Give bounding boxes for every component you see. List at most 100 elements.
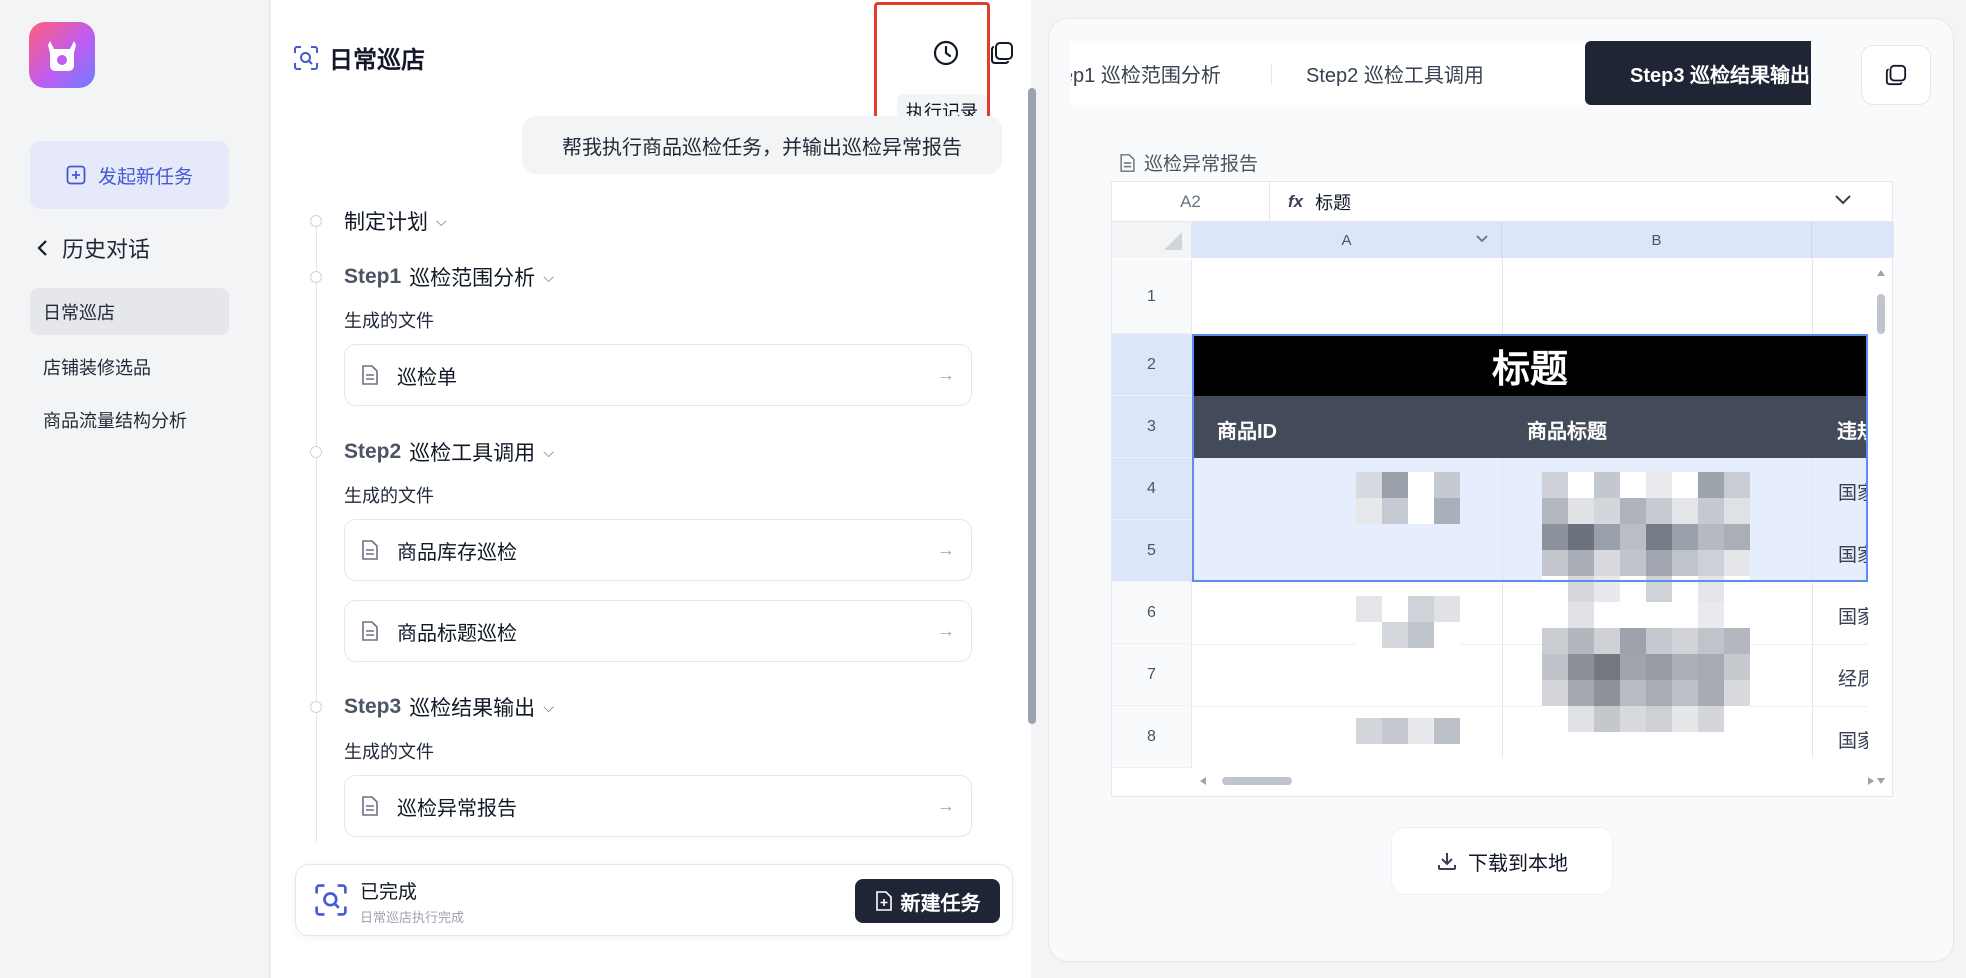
file-card-inspection-list[interactable]: 巡检单 → bbox=[344, 344, 972, 406]
report-title: 巡检异常报告 bbox=[1119, 149, 1258, 176]
row-number[interactable]: 1 bbox=[1112, 260, 1192, 334]
timeline-dot bbox=[310, 701, 322, 713]
row-number[interactable]: 5 bbox=[1112, 520, 1192, 582]
row-number[interactable]: 8 bbox=[1112, 706, 1192, 768]
tab-label: Step2 巡检工具调用 bbox=[1306, 64, 1484, 87]
step-name: 巡检工具调用 bbox=[409, 442, 536, 465]
file-name: 巡检单 bbox=[397, 366, 457, 389]
chevron-down-icon: ⌵ bbox=[543, 268, 554, 285]
step-name: 巡检范围分析 bbox=[409, 267, 536, 290]
select-all-corner[interactable] bbox=[1112, 222, 1192, 258]
history-label: 历史对话 bbox=[62, 237, 151, 262]
formula-input[interactable]: 标题 bbox=[1315, 189, 1351, 215]
preview-copy-button[interactable] bbox=[1861, 45, 1931, 105]
execution-history-button[interactable] bbox=[929, 36, 963, 70]
user-message: 帮我执行商品巡检任务，并输出巡检异常报告 bbox=[522, 116, 1002, 174]
history-header[interactable]: 历史对话 bbox=[36, 232, 150, 264]
sheet-header-row[interactable]: 商品ID 商品标题 违规 bbox=[1192, 396, 1868, 458]
column-header: A B bbox=[1112, 222, 1894, 258]
data-cell[interactable]: 国家 bbox=[1838, 602, 1868, 629]
chat-panel: 日常巡店 执行记录 帮我执行商品巡检任务，并输出巡检异常报告 制定计划 ⌵ St… bbox=[271, 0, 1036, 978]
header-cell-violation: 违规 bbox=[1837, 421, 1868, 443]
copy-button[interactable] bbox=[987, 38, 1017, 68]
redacted-block bbox=[1356, 718, 1460, 744]
timeline-line bbox=[316, 222, 317, 842]
file-name: 商品标题巡检 bbox=[397, 622, 517, 645]
row-number[interactable]: 6 bbox=[1112, 582, 1192, 644]
history-item-label: 日常巡店 bbox=[43, 302, 115, 323]
document-plus-icon bbox=[875, 891, 892, 911]
chevron-down-icon: ⌵ bbox=[436, 212, 447, 229]
preview-panel: Step1 巡检范围分析 Step2 巡检工具调用 Step3 巡检结果输出 巡… bbox=[1048, 18, 1954, 962]
step-tabs: Step1 巡检范围分析 Step2 巡检工具调用 Step3 巡检结果输出 bbox=[1071, 41, 1811, 105]
tab-label: Step1 巡检范围分析 bbox=[1071, 64, 1221, 87]
tab-label: Step3 巡检结果输出 bbox=[1629, 64, 1811, 87]
file-name: 巡检异常报告 bbox=[397, 797, 517, 820]
app-logo[interactable] bbox=[29, 22, 95, 88]
document-icon bbox=[362, 365, 378, 385]
step2-header[interactable]: Step2 巡检工具调用 ⌵ bbox=[344, 437, 554, 467]
data-cell[interactable]: 国家 bbox=[1838, 540, 1868, 567]
timeline-dot bbox=[310, 215, 322, 227]
tab-step1[interactable]: Step1 巡检范围分析 bbox=[1071, 41, 1263, 105]
copy-icon bbox=[991, 42, 1013, 64]
file-card-inventory-check[interactable]: 商品库存巡检 → bbox=[344, 519, 972, 581]
data-cell[interactable]: 国家 bbox=[1838, 478, 1868, 505]
history-item-store-decoration[interactable]: 店铺装修选品 bbox=[30, 343, 229, 390]
history-item-daily-patrol[interactable]: 日常巡店 bbox=[30, 288, 229, 335]
plan-header[interactable]: 制定计划 ⌵ bbox=[344, 206, 447, 236]
tab-step2[interactable]: Step2 巡检工具调用 bbox=[1306, 41, 1506, 105]
row-number[interactable]: 3 bbox=[1112, 396, 1192, 458]
column-a-header[interactable]: A bbox=[1192, 222, 1502, 258]
scan-icon bbox=[315, 884, 347, 916]
sheet-horizontal-scrollbar[interactable] bbox=[1192, 774, 1882, 788]
file-card-title-check[interactable]: 商品标题巡检 → bbox=[344, 600, 972, 662]
tab-step3[interactable]: Step3 巡检结果输出 bbox=[1585, 41, 1811, 105]
data-cell[interactable]: 国家 bbox=[1838, 726, 1868, 753]
arrow-right-icon: → bbox=[937, 539, 955, 560]
selection-fill bbox=[1192, 458, 1868, 582]
plan-label: 制定计划 bbox=[344, 211, 428, 234]
header-cell-product-title: 商品标题 bbox=[1527, 421, 1607, 443]
copy-icon bbox=[1885, 64, 1907, 86]
document-icon bbox=[362, 621, 378, 641]
data-cell[interactable]: 经质 bbox=[1838, 664, 1868, 691]
download-label: 下载到本地 bbox=[1468, 852, 1568, 875]
step3-header[interactable]: Step3 巡检结果输出 ⌵ bbox=[344, 692, 554, 722]
cow-logo-icon bbox=[48, 41, 76, 71]
column-c-header[interactable] bbox=[1812, 222, 1894, 258]
row-number[interactable]: 4 bbox=[1112, 458, 1192, 520]
chevron-down-icon: ⌵ bbox=[543, 443, 554, 460]
grid-line bbox=[1192, 644, 1868, 645]
cell-reference[interactable]: A2 bbox=[1112, 182, 1270, 221]
chevron-left-icon bbox=[37, 240, 47, 256]
spreadsheet[interactable]: A2 fx 标题 A B 1 2 3 4 5 6 7 8 标题 商品ID 商品标… bbox=[1111, 181, 1894, 797]
history-item-label: 店铺装修选品 bbox=[43, 357, 151, 378]
step1-header[interactable]: Step1 巡检范围分析 ⌵ bbox=[344, 262, 554, 292]
chevron-down-icon bbox=[1476, 235, 1488, 243]
new-task-button[interactable]: 发起新任务 bbox=[30, 141, 229, 209]
new-task-dark-button[interactable]: 新建任务 bbox=[855, 879, 1000, 923]
file-name: 商品库存巡检 bbox=[397, 541, 517, 564]
status-bar: 已完成 日常巡店执行完成 新建任务 bbox=[295, 864, 1013, 936]
sheet-vertical-scrollbar[interactable] bbox=[1876, 268, 1886, 784]
history-item-traffic-analysis[interactable]: 商品流量结构分析 bbox=[30, 396, 229, 443]
file-card-anomaly-report[interactable]: 巡检异常报告 → bbox=[344, 775, 972, 837]
row-number[interactable]: 2 bbox=[1112, 334, 1192, 396]
clock-icon bbox=[933, 40, 959, 66]
redacted-block bbox=[1356, 596, 1460, 648]
fx-icon: fx bbox=[1288, 191, 1304, 211]
column-b-header[interactable]: B bbox=[1502, 222, 1812, 258]
new-task-dark-label: 新建任务 bbox=[900, 892, 981, 915]
chat-scrollbar[interactable] bbox=[1028, 88, 1036, 724]
step-number: Step3 bbox=[344, 695, 402, 718]
row-number[interactable]: 7 bbox=[1112, 644, 1192, 706]
arrow-right-icon: → bbox=[937, 364, 955, 385]
sheet-title-cell[interactable]: 标题 bbox=[1192, 334, 1868, 396]
download-icon bbox=[1438, 853, 1456, 870]
download-button[interactable]: 下载到本地 bbox=[1391, 827, 1613, 895]
scan-icon bbox=[294, 45, 318, 70]
arrow-right-icon: → bbox=[937, 620, 955, 641]
new-task-label: 发起新任务 bbox=[97, 166, 193, 188]
report-title-text: 巡检异常报告 bbox=[1144, 154, 1259, 175]
